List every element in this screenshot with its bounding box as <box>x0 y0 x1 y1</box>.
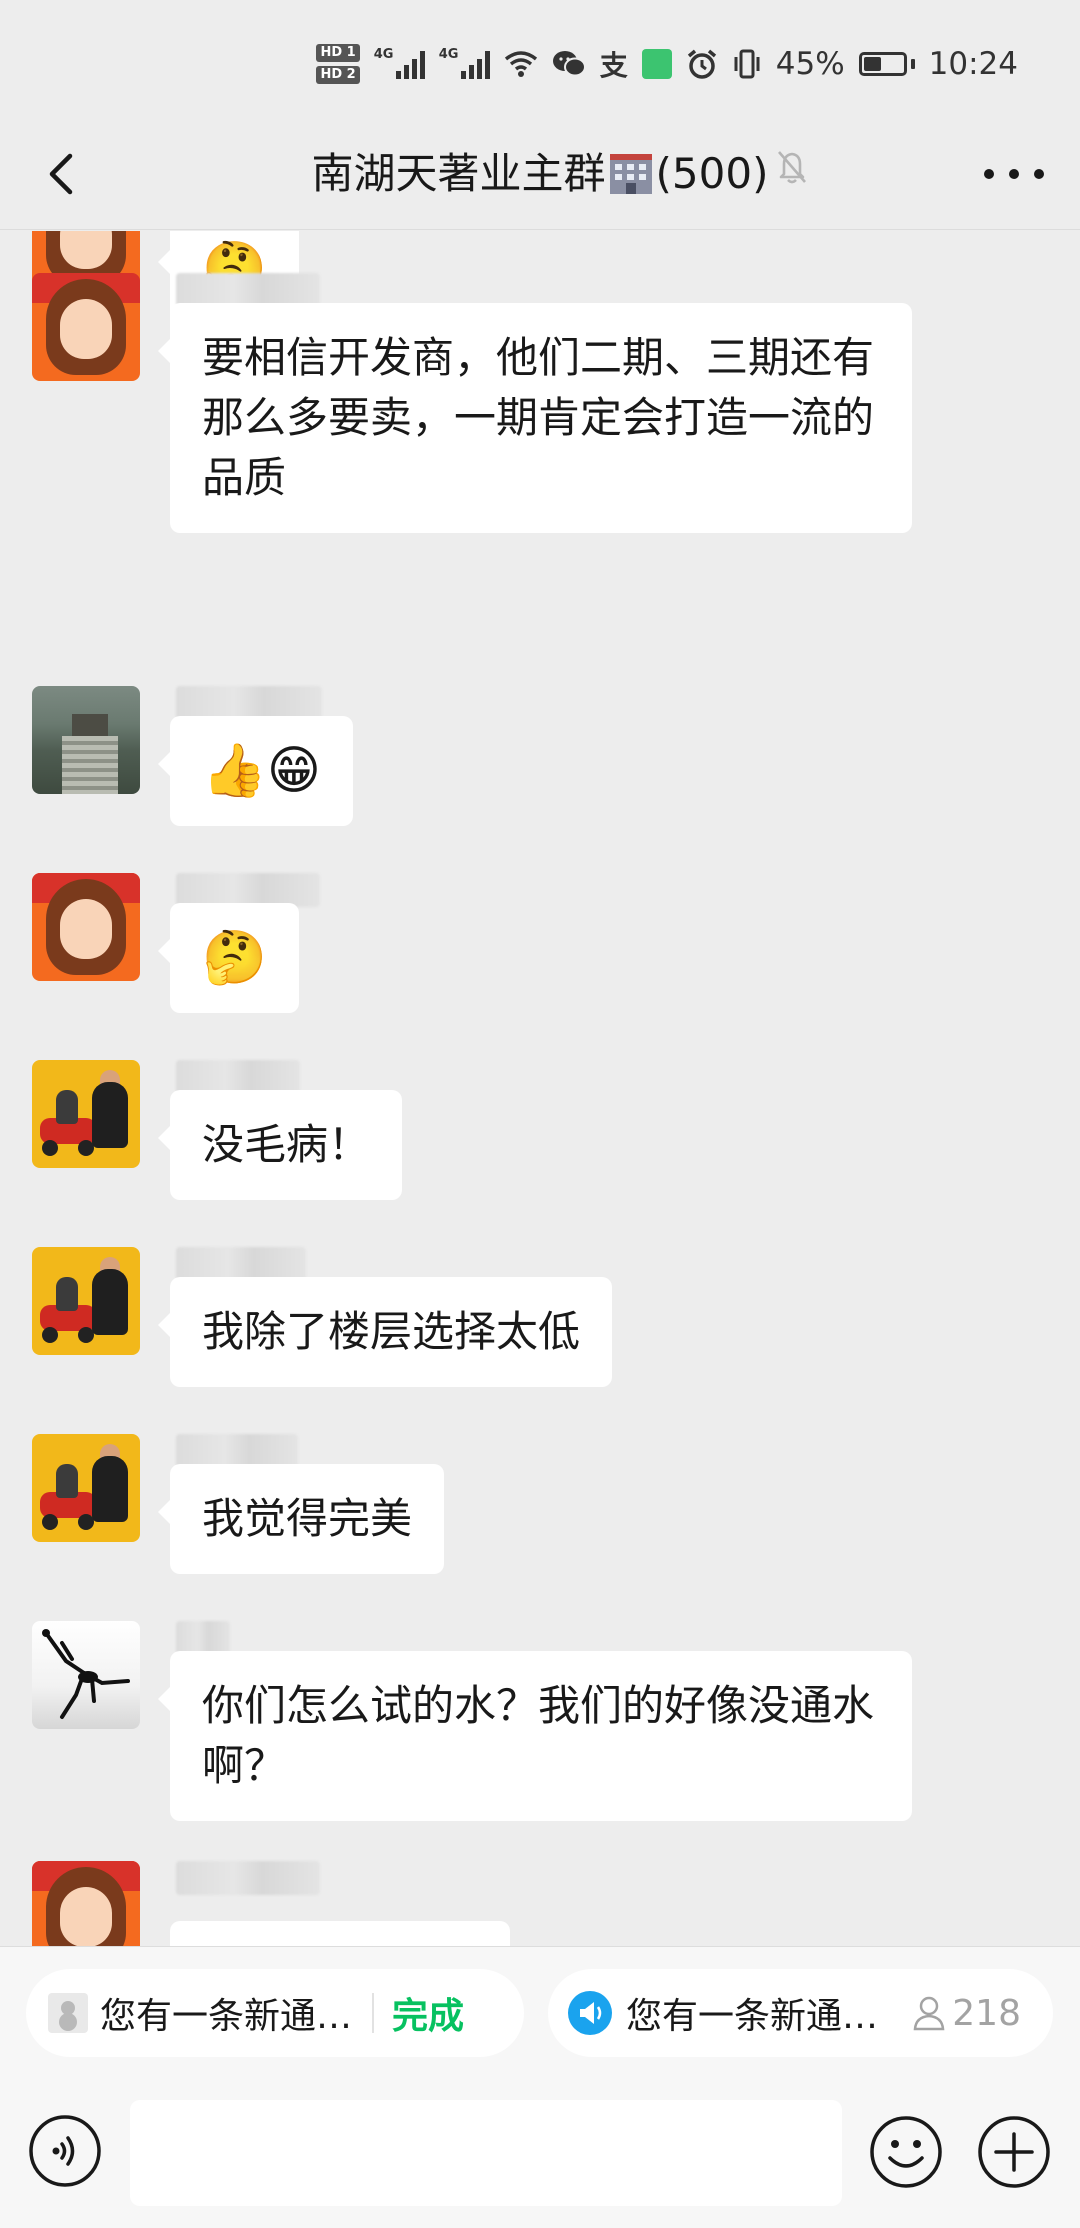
message-item: 👍😁 <box>0 686 1080 826</box>
message-input[interactable] <box>130 2100 842 2206</box>
avatar[interactable] <box>32 1434 140 1542</box>
avatar[interactable] <box>32 1621 140 1729</box>
message-bubble[interactable]: 👍😁 <box>158 716 353 826</box>
person-icon <box>913 1996 945 2031</box>
chat-title: 南湖天著业主群 (500) <box>0 142 1080 206</box>
sender-name-blurred <box>176 273 320 307</box>
avatar[interactable] <box>32 1060 140 1168</box>
signal-icon-2: 4G <box>439 47 490 79</box>
battery-icon <box>858 52 915 76</box>
app-notification-icon <box>641 49 672 79</box>
voice-icon[interactable] <box>28 2114 102 2188</box>
announcement-pill[interactable]: 您有一条新通… 218 <box>548 1969 1053 2057</box>
sender-name-blurred <box>176 1621 230 1655</box>
chat-messages[interactable]: 🤔 要相信开发商，他们二期、三期还有那么多要卖，一期肯定会打造一流的品质 👍😁 … <box>0 231 1080 1946</box>
sender-name-blurred <box>176 1060 300 1094</box>
avatar[interactable] <box>32 1861 140 1946</box>
notice-text: 您有一条新通… <box>100 1996 353 2037</box>
message-bubble-partial[interactable] <box>170 1921 510 1946</box>
message-item <box>0 1861 1080 1946</box>
done-button[interactable]: 完成 <box>392 1987 464 2039</box>
alarm-icon <box>686 48 718 80</box>
megaphone-icon <box>568 1991 612 2035</box>
message-bubble[interactable]: 没毛病！ <box>157 1090 403 1200</box>
sender-name-blurred <box>176 1861 320 1895</box>
announcement-text: 您有一条新通… <box>626 1996 879 2037</box>
notice-pill[interactable]: 您有一条新通… 完成 <box>26 1969 524 2057</box>
avatar[interactable] <box>32 273 140 381</box>
more-icon[interactable] <box>984 148 1044 200</box>
avatar[interactable] <box>32 873 140 981</box>
chat-header: 南湖天著业主群 (500) <box>0 120 1080 230</box>
emoji-icon[interactable] <box>868 2114 944 2190</box>
chat-title-name: 南湖天著业主群 <box>311 149 606 198</box>
hd1-badge: HD 1 <box>316 44 360 62</box>
divider <box>372 1993 375 2033</box>
avatar[interactable] <box>32 686 140 794</box>
signal-icon-1: 4G <box>374 47 425 79</box>
message-bubble[interactable]: 我觉得完美 <box>157 1464 445 1574</box>
sender-name-blurred <box>176 686 322 720</box>
building-emoji <box>608 148 654 194</box>
sender-name-blurred <box>176 1247 306 1281</box>
read-count: 218 <box>912 1993 1021 2034</box>
message-item: 我除了楼层选择太低 <box>0 1247 1080 1387</box>
message-bubble[interactable]: 你们怎么试的水？我们的好像没通水啊？ <box>158 1651 912 1821</box>
status-bar: HD 1 HD 2 4G 4G 支 45% 10:24 <box>0 0 1080 120</box>
battery-percent: 45% <box>775 46 845 82</box>
message-bubble[interactable]: 我除了楼层选择太低 <box>157 1277 613 1387</box>
clock: 10:24 <box>928 46 1018 82</box>
alipay-icon: 支 <box>599 49 628 82</box>
sender-name-blurred <box>176 873 320 907</box>
hd-badges: HD 1 HD 2 <box>316 44 360 84</box>
notification-bar: 您有一条新通… 完成 您有一条新通… 218 <box>0 1946 1080 2078</box>
vibrate-icon <box>732 48 762 80</box>
message-bubble[interactable]: 🤔 <box>158 903 299 1013</box>
wifi-icon <box>504 50 538 78</box>
message-item: 我觉得完美 <box>0 1434 1080 1574</box>
input-bar <box>0 2078 1080 2228</box>
read-count-value: 218 <box>952 1992 1021 2034</box>
plus-icon[interactable] <box>976 2114 1052 2190</box>
hd2-badge: HD 2 <box>316 66 360 84</box>
mute-bell-icon <box>772 146 812 186</box>
message-item: 没毛病！ <box>0 1060 1080 1200</box>
message-bubble[interactable]: 要相信开发商，他们二期、三期还有那么多要卖，一期肯定会打造一流的品质 <box>158 303 912 533</box>
status-icons: HD 1 HD 2 4G 4G 支 45% 10:24 <box>316 36 1018 92</box>
message-item: 要相信开发商，他们二期、三期还有那么多要卖，一期肯定会打造一流的品质 <box>0 273 1080 533</box>
avatar[interactable] <box>32 1247 140 1355</box>
member-count: (500) <box>655 149 769 198</box>
wechat-icon <box>552 49 586 79</box>
contact-icon <box>48 1993 88 2033</box>
message-item: 🤔 <box>0 873 1080 1013</box>
sender-name-blurred <box>176 1434 298 1468</box>
